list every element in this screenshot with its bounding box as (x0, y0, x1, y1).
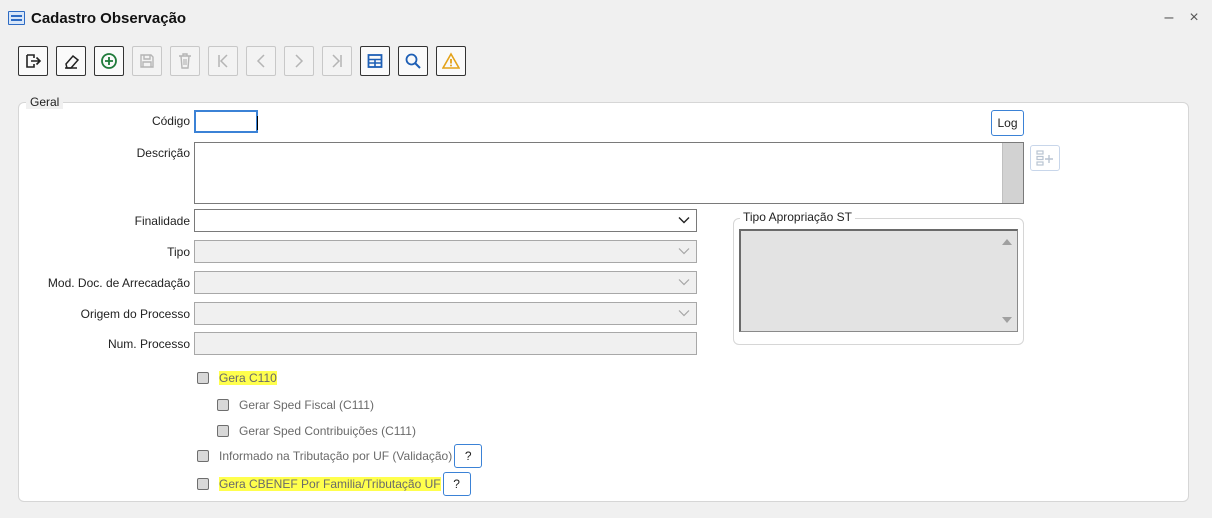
app-window-icon (8, 11, 25, 25)
chevron-down-icon (678, 307, 690, 319)
geral-group-title: Geral (26, 95, 64, 109)
gerar-sped-fiscal-checkbox[interactable] (217, 399, 229, 411)
close-button[interactable]: × (1185, 8, 1203, 28)
next-record-button[interactable] (284, 46, 314, 76)
last-record-icon (332, 54, 342, 68)
text-caret (257, 116, 258, 130)
mod-doc-label: Mod. Doc. de Arrecadação (47, 276, 190, 290)
add-button[interactable] (94, 46, 124, 76)
num-processo-label: Num. Processo (107, 337, 190, 351)
grid-view-button[interactable] (360, 46, 390, 76)
delete-button[interactable] (170, 46, 200, 76)
last-record-button[interactable] (322, 46, 352, 76)
chevron-down-icon (678, 276, 690, 288)
scroll-down-icon[interactable] (1002, 317, 1012, 323)
delete-icon (179, 53, 191, 69)
scroll-up-icon[interactable] (1002, 239, 1012, 245)
add-icon (101, 53, 117, 69)
codigo-input[interactable] (194, 110, 258, 133)
gerar-sped-contribuicoes-label: Gerar Sped Contribuições (C111) (239, 424, 416, 438)
add-list-button[interactable] (1030, 145, 1060, 171)
first-record-icon (218, 54, 228, 68)
save-button[interactable] (132, 46, 162, 76)
gerar-sped-contribuicoes-row[interactable]: Gerar Sped Contribuições (C111) (217, 421, 416, 441)
mod-doc-select[interactable] (194, 271, 697, 294)
list-add-icon (1036, 150, 1053, 166)
gera-cbenef-label: Gera CBENEF Por Familia/Tributação UF (219, 477, 441, 491)
tipo-apropriacao-listbox[interactable] (739, 229, 1018, 332)
previous-record-icon (256, 54, 265, 68)
minimize-button[interactable]: – (1160, 8, 1178, 28)
gera-cbenef-help-button[interactable]: ? (442, 472, 471, 496)
exit-button[interactable] (18, 46, 48, 76)
finalidade-select[interactable] (194, 209, 697, 232)
gerar-sped-fiscal-label: Gerar Sped Fiscal (C111) (239, 398, 374, 412)
search-icon (405, 53, 421, 69)
search-button[interactable] (398, 46, 428, 76)
informado-tributacao-help-button[interactable]: ? (454, 444, 483, 468)
log-button[interactable]: Log (991, 110, 1024, 136)
warning-button[interactable] (436, 46, 466, 76)
gera-cbenef-checkbox[interactable] (197, 478, 209, 490)
informado-tributacao-checkbox[interactable] (197, 450, 209, 462)
grid-icon (367, 54, 383, 68)
warning-icon (442, 52, 460, 69)
save-icon (140, 54, 154, 68)
next-record-icon (295, 54, 304, 68)
descricao-label: Descrição (136, 146, 190, 160)
informado-tributacao-row[interactable]: Informado na Tributação por UF (Validaçã… (197, 444, 483, 468)
descricao-scrollbar[interactable] (1002, 143, 1023, 203)
gera-c110-checkbox[interactable] (197, 372, 209, 384)
tipo-label: Tipo (167, 245, 190, 259)
descricao-textarea[interactable] (194, 142, 1024, 204)
informado-tributacao-label: Informado na Tributação por UF (Validaçã… (219, 449, 453, 463)
gera-c110-checkbox-row[interactable]: Gera C110 (197, 368, 277, 388)
gera-c110-label: Gera C110 (219, 371, 277, 385)
num-processo-input[interactable] (194, 332, 697, 355)
codigo-label: Código (151, 114, 190, 128)
tipo-apropriacao-title: Tipo Apropriação ST (740, 210, 855, 224)
chevron-down-icon (678, 214, 690, 226)
tipo-select[interactable] (194, 240, 697, 263)
chevron-down-icon (678, 245, 690, 257)
listbox-scrollbar[interactable] (997, 231, 1017, 331)
eraser-icon (65, 54, 80, 69)
title-bar: Cadastro Observação – × (0, 0, 1212, 38)
gerar-sped-fiscal-row[interactable]: Gerar Sped Fiscal (C111) (217, 395, 374, 415)
origem-label: Origem do Processo (80, 307, 190, 321)
exit-icon (26, 54, 42, 68)
origem-select[interactable] (194, 302, 697, 325)
first-record-button[interactable] (208, 46, 238, 76)
previous-record-button[interactable] (246, 46, 276, 76)
gerar-sped-contribuicoes-checkbox[interactable] (217, 425, 229, 437)
window-title: Cadastro Observação (31, 10, 187, 27)
gera-cbenef-row[interactable]: Gera CBENEF Por Familia/Tributação UF ? (197, 472, 471, 496)
finalidade-label: Finalidade (134, 214, 190, 228)
clear-button[interactable] (56, 46, 86, 76)
